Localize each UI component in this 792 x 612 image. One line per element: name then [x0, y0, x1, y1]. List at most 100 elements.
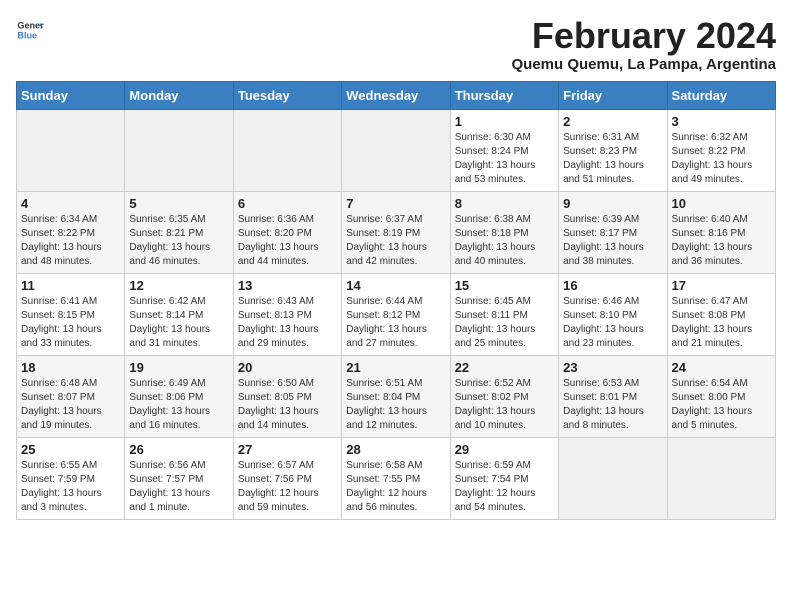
- calendar-week-row: 25 Sunrise: 6:55 AM Sunset: 7:59 PM Dayli…: [17, 437, 776, 519]
- day-info: Sunrise: 6:54 AM Sunset: 8:00 PM Dayligh…: [672, 377, 771, 433]
- day-number: 7: [346, 196, 445, 211]
- calendar-subtitle: Quemu Quemu, La Pampa, Argentina: [512, 56, 777, 73]
- page-header: General Blue February 2024 Quemu Quemu, …: [16, 16, 776, 73]
- calendar-cell: 16 Sunrise: 6:46 AM Sunset: 8:10 PM Dayli…: [559, 273, 667, 355]
- day-info: Sunrise: 6:46 AM Sunset: 8:10 PM Dayligh…: [563, 295, 662, 351]
- day-number: 15: [455, 278, 554, 293]
- day-info: Sunrise: 6:50 AM Sunset: 8:05 PM Dayligh…: [238, 377, 337, 433]
- day-number: 9: [563, 196, 662, 211]
- day-info: Sunrise: 6:36 AM Sunset: 8:20 PM Dayligh…: [238, 213, 337, 269]
- day-info: Sunrise: 6:51 AM Sunset: 8:04 PM Dayligh…: [346, 377, 445, 433]
- day-info: Sunrise: 6:57 AM Sunset: 7:56 PM Dayligh…: [238, 459, 337, 515]
- day-info: Sunrise: 6:55 AM Sunset: 7:59 PM Dayligh…: [21, 459, 120, 515]
- calendar-body: 1 Sunrise: 6:30 AM Sunset: 8:24 PM Daylig…: [17, 109, 776, 519]
- calendar-title: February 2024: [512, 16, 777, 56]
- calendar-cell: 23 Sunrise: 6:53 AM Sunset: 8:01 PM Dayli…: [559, 355, 667, 437]
- calendar-cell: 7 Sunrise: 6:37 AM Sunset: 8:19 PM Daylig…: [342, 191, 450, 273]
- day-info: Sunrise: 6:37 AM Sunset: 8:19 PM Dayligh…: [346, 213, 445, 269]
- calendar-cell: 12Sunrise: 6:42 AM Sunset: 8:14 PM Dayli…: [125, 273, 233, 355]
- day-info: Sunrise: 6:41 AM Sunset: 8:15 PM Dayligh…: [21, 295, 120, 351]
- calendar-cell: 20Sunrise: 6:50 AM Sunset: 8:05 PM Dayli…: [233, 355, 341, 437]
- day-number: 3: [672, 114, 771, 129]
- logo-icon: General Blue: [16, 16, 44, 44]
- day-info: Sunrise: 6:34 AM Sunset: 8:22 PM Dayligh…: [21, 213, 120, 269]
- day-number: 8: [455, 196, 554, 211]
- calendar-cell: 5 Sunrise: 6:35 AM Sunset: 8:21 PM Daylig…: [125, 191, 233, 273]
- weekday-header: Saturday: [667, 81, 775, 109]
- day-info: Sunrise: 6:40 AM Sunset: 8:16 PM Dayligh…: [672, 213, 771, 269]
- day-number: 2: [563, 114, 662, 129]
- day-info: Sunrise: 6:53 AM Sunset: 8:01 PM Dayligh…: [563, 377, 662, 433]
- calendar-cell: 11 Sunrise: 6:41 AM Sunset: 8:15 PM Dayli…: [17, 273, 125, 355]
- calendar-cell: 9Sunrise: 6:39 AM Sunset: 8:17 PM Daylig…: [559, 191, 667, 273]
- calendar-table: SundayMondayTuesdayWednesdayThursdayFrid…: [16, 81, 776, 520]
- calendar-cell: 29Sunrise: 6:59 AM Sunset: 7:54 PM Dayli…: [450, 437, 558, 519]
- day-number: 13: [238, 278, 337, 293]
- calendar-cell: [559, 437, 667, 519]
- day-number: 18: [21, 360, 120, 375]
- calendar-cell: [125, 109, 233, 191]
- calendar-cell: 28Sunrise: 6:58 AM Sunset: 7:55 PM Dayli…: [342, 437, 450, 519]
- day-number: 6: [238, 196, 337, 211]
- day-number: 4: [21, 196, 120, 211]
- day-number: 27: [238, 442, 337, 457]
- calendar-header-row: SundayMondayTuesdayWednesdayThursdayFrid…: [17, 81, 776, 109]
- calendar-cell: 21Sunrise: 6:51 AM Sunset: 8:04 PM Dayli…: [342, 355, 450, 437]
- day-number: 11: [21, 278, 120, 293]
- day-info: Sunrise: 6:30 AM Sunset: 8:24 PM Dayligh…: [455, 131, 554, 187]
- day-number: 14: [346, 278, 445, 293]
- day-info: Sunrise: 6:45 AM Sunset: 8:11 PM Dayligh…: [455, 295, 554, 351]
- day-number: 23: [563, 360, 662, 375]
- day-number: 28: [346, 442, 445, 457]
- day-number: 29: [455, 442, 554, 457]
- calendar-cell: 24 Sunrise: 6:54 AM Sunset: 8:00 PM Dayli…: [667, 355, 775, 437]
- calendar-cell: 26Sunrise: 6:56 AM Sunset: 7:57 PM Dayli…: [125, 437, 233, 519]
- weekday-header: Friday: [559, 81, 667, 109]
- calendar-cell: 10 Sunrise: 6:40 AM Sunset: 8:16 PM Dayli…: [667, 191, 775, 273]
- calendar-cell: 1 Sunrise: 6:30 AM Sunset: 8:24 PM Daylig…: [450, 109, 558, 191]
- day-number: 16: [563, 278, 662, 293]
- calendar-cell: 14 Sunrise: 6:44 AM Sunset: 8:12 PM Dayli…: [342, 273, 450, 355]
- weekday-header: Tuesday: [233, 81, 341, 109]
- day-number: 22: [455, 360, 554, 375]
- calendar-cell: 19 Sunrise: 6:49 AM Sunset: 8:06 PM Dayli…: [125, 355, 233, 437]
- weekday-header: Thursday: [450, 81, 558, 109]
- day-number: 25: [21, 442, 120, 457]
- title-area: February 2024 Quemu Quemu, La Pampa, Arg…: [512, 16, 777, 73]
- day-info: Sunrise: 6:38 AM Sunset: 8:18 PM Dayligh…: [455, 213, 554, 269]
- calendar-week-row: 18 Sunrise: 6:48 AM Sunset: 8:07 PM Dayli…: [17, 355, 776, 437]
- day-info: Sunrise: 6:48 AM Sunset: 8:07 PM Dayligh…: [21, 377, 120, 433]
- calendar-cell: 13Sunrise: 6:43 AM Sunset: 8:13 PM Dayli…: [233, 273, 341, 355]
- day-info: Sunrise: 6:42 AM Sunset: 8:14 PM Dayligh…: [129, 295, 228, 351]
- day-number: 10: [672, 196, 771, 211]
- calendar-week-row: 1 Sunrise: 6:30 AM Sunset: 8:24 PM Daylig…: [17, 109, 776, 191]
- calendar-cell: [342, 109, 450, 191]
- calendar-cell: 3 Sunrise: 6:32 AM Sunset: 8:22 PM Daylig…: [667, 109, 775, 191]
- calendar-cell: 17 Sunrise: 6:47 AM Sunset: 8:08 PM Dayli…: [667, 273, 775, 355]
- day-info: Sunrise: 6:31 AM Sunset: 8:23 PM Dayligh…: [563, 131, 662, 187]
- day-number: 24: [672, 360, 771, 375]
- calendar-cell: 8 Sunrise: 6:38 AM Sunset: 8:18 PM Daylig…: [450, 191, 558, 273]
- calendar-week-row: 4 Sunrise: 6:34 AM Sunset: 8:22 PM Daylig…: [17, 191, 776, 273]
- calendar-cell: 25 Sunrise: 6:55 AM Sunset: 7:59 PM Dayli…: [17, 437, 125, 519]
- day-number: 5: [129, 196, 228, 211]
- day-info: Sunrise: 6:47 AM Sunset: 8:08 PM Dayligh…: [672, 295, 771, 351]
- logo: General Blue: [16, 16, 44, 44]
- day-info: Sunrise: 6:56 AM Sunset: 7:57 PM Dayligh…: [129, 459, 228, 515]
- day-info: Sunrise: 6:49 AM Sunset: 8:06 PM Dayligh…: [129, 377, 228, 433]
- day-number: 1: [455, 114, 554, 129]
- day-number: 19: [129, 360, 228, 375]
- calendar-cell: [233, 109, 341, 191]
- calendar-cell: 22 Sunrise: 6:52 AM Sunset: 8:02 PM Dayli…: [450, 355, 558, 437]
- day-info: Sunrise: 6:44 AM Sunset: 8:12 PM Dayligh…: [346, 295, 445, 351]
- day-number: 17: [672, 278, 771, 293]
- calendar-cell: [17, 109, 125, 191]
- day-info: Sunrise: 6:35 AM Sunset: 8:21 PM Dayligh…: [129, 213, 228, 269]
- day-info: Sunrise: 6:32 AM Sunset: 8:22 PM Dayligh…: [672, 131, 771, 187]
- day-info: Sunrise: 6:52 AM Sunset: 8:02 PM Dayligh…: [455, 377, 554, 433]
- svg-text:Blue: Blue: [17, 30, 37, 40]
- calendar-cell: 27 Sunrise: 6:57 AM Sunset: 7:56 PM Dayli…: [233, 437, 341, 519]
- calendar-cell: 15 Sunrise: 6:45 AM Sunset: 8:11 PM Dayli…: [450, 273, 558, 355]
- weekday-header: Monday: [125, 81, 233, 109]
- calendar-cell: 4 Sunrise: 6:34 AM Sunset: 8:22 PM Daylig…: [17, 191, 125, 273]
